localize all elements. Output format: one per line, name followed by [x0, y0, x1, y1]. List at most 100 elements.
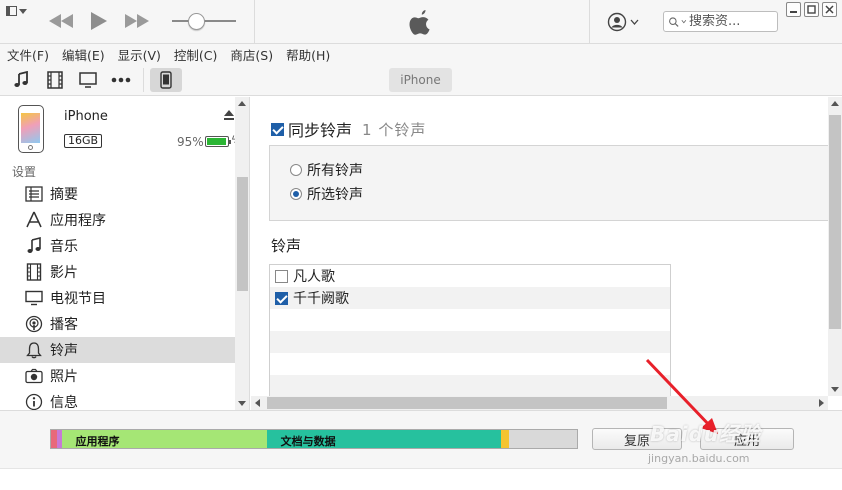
scrollbar-thumb[interactable]: [237, 177, 248, 291]
option-all-ringtones[interactable]: 所有铃声: [290, 160, 363, 180]
play-button[interactable]: [86, 10, 110, 32]
list-item[interactable]: 千千阙歌: [270, 287, 670, 309]
close-button[interactable]: [822, 2, 837, 17]
storage-segment-documents: 文档与数据: [266, 430, 501, 448]
maximize-button[interactable]: [804, 2, 819, 17]
fast-forward-button[interactable]: [122, 10, 152, 32]
menu-edit[interactable]: 编辑(E): [62, 45, 105, 64]
settings-nav: 摘要 应用程序 音乐 影片 电视节目 播客 铃声 照片 信息: [0, 181, 235, 410]
sidebar-item-music[interactable]: 音乐: [0, 233, 235, 259]
ringtone-name: 凡人歌: [293, 269, 335, 285]
scroll-right-icon[interactable]: [819, 399, 824, 407]
menu-bar: 文件(F) 编辑(E) 显示(V) 控制(C) 商店(S) 帮助(H): [0, 44, 842, 64]
account-icon: [607, 12, 627, 32]
scroll-down-icon[interactable]: [238, 401, 246, 406]
minimize-icon: [790, 11, 797, 13]
sidebar-item-label: 铃声: [50, 343, 78, 359]
divider: [254, 0, 255, 44]
music-library-button[interactable]: [10, 70, 32, 90]
sidebar-item-podcasts[interactable]: 播客: [0, 311, 235, 337]
more-dots-icon: [111, 77, 131, 83]
radio-button[interactable]: [290, 164, 302, 176]
sync-ringtones-checkbox[interactable]: [271, 122, 284, 136]
device-name-pill[interactable]: iPhone: [389, 68, 452, 92]
scroll-down-icon[interactable]: [831, 387, 839, 392]
menu-store[interactable]: 商店(S): [230, 45, 273, 64]
chevron-down-icon: [630, 19, 639, 25]
radio-button[interactable]: [290, 188, 302, 200]
option-label: 所有铃声: [307, 163, 363, 179]
divider: [589, 0, 590, 44]
ringtone-checkbox[interactable]: [275, 269, 288, 283]
device-image: [18, 105, 44, 153]
battery-percent: 95%: [177, 135, 204, 149]
minimize-button[interactable]: [786, 2, 801, 17]
scrollbar-thumb[interactable]: [267, 397, 667, 409]
menu-file[interactable]: 文件(F): [7, 45, 49, 64]
storage-segment-free: [509, 430, 577, 448]
sidebar-item-ringtones[interactable]: 铃声: [0, 337, 235, 363]
option-label: 所选铃声: [307, 187, 363, 203]
sidebar-item-tv-shows[interactable]: 电视节目: [0, 285, 235, 311]
camera-icon: [24, 367, 44, 385]
option-selected-ringtones[interactable]: 所选铃声: [290, 184, 363, 204]
device-button[interactable]: [150, 68, 182, 92]
sidebar-item-apps[interactable]: 应用程序: [0, 207, 235, 233]
scroll-up-icon[interactable]: [831, 101, 839, 106]
sidebar-item-label: 信息: [50, 395, 78, 410]
maximize-icon: [807, 5, 816, 14]
search-field[interactable]: [663, 11, 778, 32]
volume-slider-knob[interactable]: [188, 13, 205, 30]
content-vertical-scrollbar[interactable]: [828, 97, 842, 396]
menu-controls[interactable]: 控制(C): [174, 45, 217, 64]
list-item-empty: [270, 375, 670, 397]
settings-section-label: 设置: [12, 165, 37, 179]
sidebar-item-info[interactable]: 信息: [0, 389, 235, 410]
sidebar-item-label: 电视节目: [50, 291, 106, 307]
sidebar-item-label: 音乐: [50, 239, 78, 255]
menu-help[interactable]: 帮助(H): [286, 45, 330, 64]
tv-library-button[interactable]: [77, 70, 99, 90]
device-name: iPhone: [64, 109, 108, 124]
movies-library-button[interactable]: [44, 70, 66, 90]
watermark-text: Baidu经验: [650, 422, 762, 446]
storage-usage-bar: 应用程序 文档与数据: [50, 429, 578, 449]
iphone-icon: [160, 71, 172, 89]
fast-forward-icon: [125, 14, 149, 28]
menu-view[interactable]: 显示(V): [118, 45, 161, 64]
list-item[interactable]: 凡人歌: [270, 265, 670, 287]
sidebar-item-label: 应用程序: [50, 213, 106, 229]
sidebar-item-label: 照片: [50, 369, 78, 385]
sync-ringtones-label[interactable]: 同步铃声: [288, 117, 352, 141]
storage-label-apps: 应用程序: [75, 435, 120, 448]
content-horizontal-scrollbar[interactable]: [251, 396, 828, 410]
sidebar: iPhone 16GB 95% ϟ 设置 摘要 应用程序 音乐 影片 电视节目 …: [0, 97, 250, 410]
film-icon: [47, 71, 63, 89]
sidebar-item-movies[interactable]: 影片: [0, 259, 235, 285]
search-input[interactable]: [689, 14, 777, 29]
battery-icon: [205, 136, 231, 147]
sidebar-item-label: 播客: [50, 317, 78, 333]
more-button[interactable]: [110, 70, 132, 90]
account-button[interactable]: [607, 12, 639, 32]
ringtone-settings-panel: 同步铃声 1 个铃声 所有铃声 所选铃声 铃声 凡人歌 千千阙歌: [251, 97, 842, 410]
title-toolbar: [0, 0, 842, 44]
scrollbar-thumb[interactable]: [829, 115, 841, 329]
close-icon: [825, 5, 834, 14]
window-menu-icon[interactable]: [6, 4, 32, 18]
ringtone-checkbox[interactable]: [275, 291, 288, 305]
window-controls: [786, 2, 837, 17]
sync-ringtones-row: 同步铃声 1 个铃声: [271, 117, 426, 141]
list-item-empty: [270, 309, 670, 331]
apps-icon: [24, 211, 44, 229]
rewind-button[interactable]: [46, 10, 76, 32]
sidebar-item-photos[interactable]: 照片: [0, 363, 235, 389]
info-icon: [24, 393, 44, 410]
scroll-left-icon[interactable]: [255, 399, 260, 407]
list-item-empty: [270, 331, 670, 353]
scroll-up-icon[interactable]: [238, 101, 246, 106]
summary-icon: [24, 185, 44, 203]
eject-icon[interactable]: [223, 109, 235, 121]
sidebar-item-summary[interactable]: 摘要: [0, 181, 235, 207]
sidebar-scrollbar[interactable]: [235, 97, 249, 410]
